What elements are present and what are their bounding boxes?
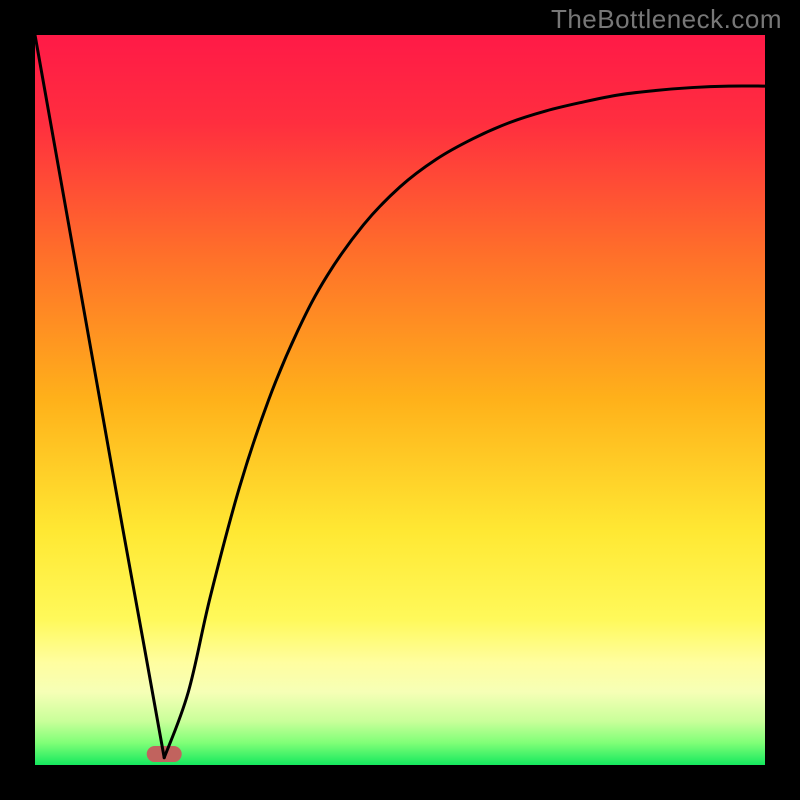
chart-frame: TheBottleneck.com: [0, 0, 800, 800]
watermark-text: TheBottleneck.com: [551, 4, 782, 35]
plot-area: [35, 35, 765, 765]
chart-svg: [35, 35, 765, 765]
